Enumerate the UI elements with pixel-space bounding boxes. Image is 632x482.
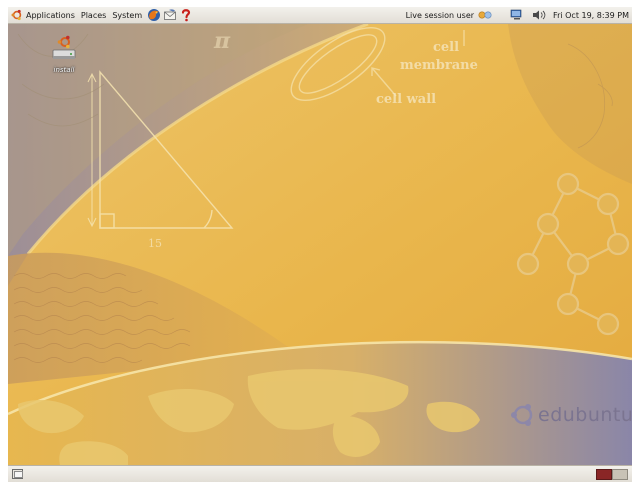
workspace-2[interactable]	[612, 469, 628, 480]
wallpaper-cell-wall-text: cell wall	[376, 92, 437, 107]
places-menu[interactable]: Places	[78, 7, 109, 23]
show-desktop-icon[interactable]	[12, 469, 23, 479]
bottom-panel	[8, 465, 632, 482]
mail-icon[interactable]	[163, 8, 177, 22]
network-icon[interactable]	[509, 9, 525, 21]
edubuntu-logo-icon	[511, 404, 533, 426]
user-switch-icon	[478, 11, 492, 19]
ubuntu-logo-icon	[11, 9, 22, 21]
installer-icon	[52, 35, 76, 59]
clock[interactable]: Fri Oct 19, 8:39 PM	[550, 11, 632, 20]
system-menu-label: System	[112, 10, 143, 20]
firefox-icon[interactable]	[147, 8, 161, 22]
applications-menu-label: Applications	[26, 10, 75, 20]
wallpaper-membrane-text: membrane	[400, 58, 478, 73]
workspace-1[interactable]	[596, 469, 612, 480]
user-switcher[interactable]: Live session user	[403, 7, 499, 23]
volume-icon[interactable]	[531, 9, 547, 21]
wallpaper-cell-text: cell	[433, 40, 460, 55]
workspace-switcher[interactable]	[596, 469, 628, 480]
user-label: Live session user	[405, 10, 475, 20]
wallpaper-pi-text: π	[214, 28, 231, 54]
edubuntu-wordmark: edubuntu	[538, 404, 632, 426]
system-menu[interactable]: System	[109, 7, 145, 23]
wallpaper	[8, 24, 632, 465]
wallpaper-fifteen-text: 15	[148, 237, 162, 250]
desktop-icon-install-label: install	[53, 66, 75, 74]
places-menu-label: Places	[80, 10, 107, 20]
desktop-icon-install[interactable]: install	[44, 34, 84, 84]
top-panel: Applications Places System Live session …	[8, 7, 632, 24]
help-icon[interactable]	[179, 8, 193, 22]
desktop[interactable]: π cell membrane cell wall 15 install edu…	[8, 24, 632, 465]
applications-menu[interactable]: Applications	[8, 7, 78, 23]
edubuntu-logo: edubuntu	[508, 400, 632, 430]
